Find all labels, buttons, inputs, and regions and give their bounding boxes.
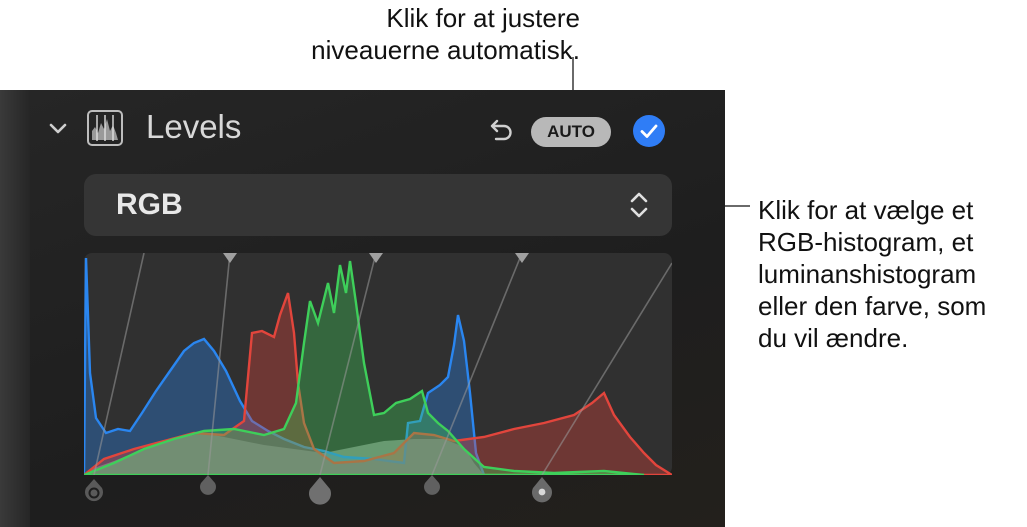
black-point-handle[interactable] (85, 479, 103, 502)
callout-line: eller den farve, som (758, 291, 987, 321)
section-title: Levels (146, 108, 242, 145)
highlights-handle[interactable] (424, 475, 440, 495)
callout-channel-select: Klik for at vælge et RGB-histogram, et l… (758, 194, 1023, 354)
callout-line: Klik for at justere (386, 3, 580, 33)
midtones-handle[interactable] (309, 477, 331, 505)
level-handles (85, 475, 552, 505)
undo-icon[interactable] (484, 114, 516, 146)
chevron-down-icon[interactable] (46, 116, 70, 140)
levels-histogram[interactable] (84, 253, 672, 475)
callout-auto-levels: Klik for at justere niveauerne automatis… (250, 2, 580, 66)
shadows-handle[interactable] (200, 475, 216, 495)
white-point-handle[interactable] (532, 477, 552, 503)
panel-edge (0, 90, 30, 527)
auto-button[interactable]: AUTO (531, 117, 611, 147)
channel-select[interactable]: RGB (84, 174, 672, 236)
checkmark-circle-icon[interactable] (632, 114, 666, 148)
levels-histogram-icon (87, 110, 123, 146)
callout-line: luminanshistogram (758, 259, 977, 289)
callout-line: niveauerne automatisk. (311, 35, 580, 65)
callout-line: Klik for at vælge et (758, 195, 974, 225)
levels-panel: Levels AUTO RGB (0, 90, 725, 527)
callout-line: du vil ændre. (758, 323, 909, 353)
up-down-chevron-icon (630, 192, 648, 218)
callout-line: RGB-histogram, et (758, 227, 974, 257)
channel-select-value: RGB (116, 188, 183, 221)
